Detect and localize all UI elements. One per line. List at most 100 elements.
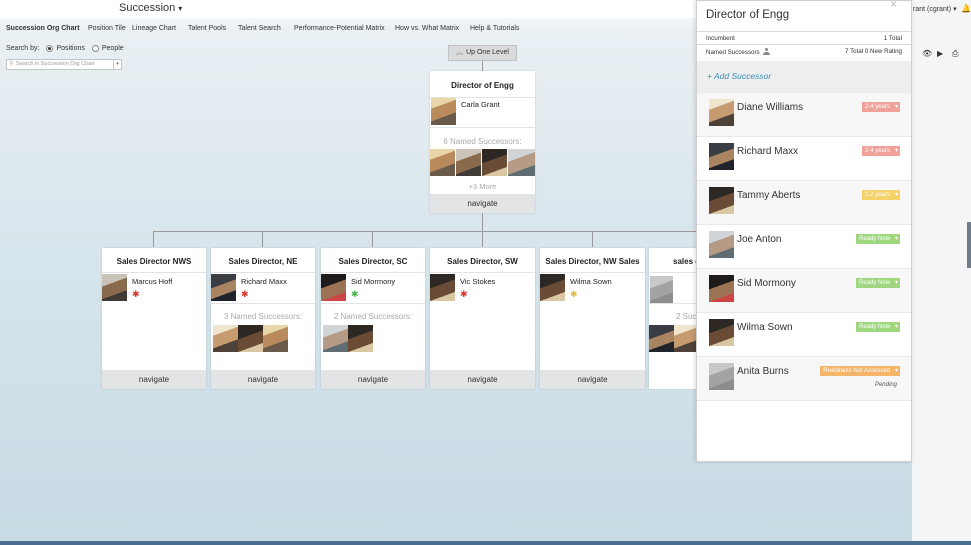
position-card[interactable]: Sales Director, NW Sales Wilma Sown ✱ na… — [540, 248, 645, 389]
add-successor-link[interactable]: + Add Successor — [707, 71, 771, 81]
chevron-down-icon[interactable]: ▾ — [113, 60, 121, 69]
successors-label: 3 Named Successors: — [223, 312, 303, 321]
incumbent-photo[interactable] — [211, 274, 236, 301]
chevron-down-icon: ▾ — [894, 148, 898, 154]
navigate-button[interactable]: navigate — [211, 370, 315, 389]
readiness-badge[interactable]: 2-4 years ▾ — [861, 102, 900, 112]
incumbent-photo[interactable] — [430, 274, 455, 301]
successor-photo[interactable] — [348, 325, 373, 352]
scrollbar[interactable] — [967, 222, 971, 268]
successor-name[interactable]: Richard Maxx — [737, 146, 798, 157]
play-icon[interactable]: ▶ — [937, 49, 943, 58]
successor-photo[interactable] — [238, 325, 263, 352]
incumbent-photo[interactable] — [650, 276, 673, 303]
successor-photo[interactable] — [709, 275, 734, 302]
people-radio[interactable] — [91, 45, 99, 52]
tab-performance-potential-matrix[interactable]: Performance-Potential Matrix — [294, 25, 385, 32]
people-label: People — [101, 45, 124, 52]
divider — [649, 272, 697, 273]
successor-photo[interactable] — [709, 187, 734, 214]
successor-photo[interactable] — [674, 325, 697, 352]
successor-row[interactable]: Sid Mormony Ready Now ▾ — [697, 269, 911, 313]
position-card[interactable]: Sales Director NWS Marcus Hoff ✱ navigat… — [102, 248, 206, 389]
connector — [153, 231, 698, 232]
navigate-button[interactable]: navigate — [430, 194, 535, 213]
position-card[interactable]: Sales Director, SC Sid Mormony ✱ 2 Named… — [321, 248, 425, 389]
position-card[interactable]: Sales Director, SW Vic Stokes ✱ navigate — [430, 248, 535, 389]
named-successors-text: Named Successors — [706, 49, 760, 56]
incumbent-name[interactable]: Wilma Sown — [570, 277, 612, 286]
successor-photo[interactable] — [709, 99, 734, 126]
incumbent-name[interactable]: Carla Grant — [461, 100, 500, 109]
successor-photo[interactable] — [430, 149, 455, 176]
navigate-button[interactable]: navigate — [540, 370, 645, 389]
incumbent-name[interactable]: Vic Stokes — [460, 277, 495, 286]
successor-photo-placeholder[interactable] — [709, 363, 734, 390]
successor-photo[interactable] — [709, 319, 734, 346]
successor-row[interactable]: Tammy Aberts 1-2 years ▾ — [697, 181, 911, 225]
successor-photo[interactable] — [323, 325, 348, 352]
successor-photo[interactable] — [709, 231, 734, 258]
successor-name[interactable]: Tammy Aberts — [737, 190, 800, 201]
close-icon[interactable]: × — [890, 0, 897, 11]
successor-name[interactable]: Joe Anton — [737, 234, 781, 245]
readiness-badge[interactable]: Ready Now ▾ — [855, 322, 900, 332]
successor-photo[interactable] — [263, 325, 288, 352]
incumbent-name[interactable]: Richard Maxx — [241, 277, 287, 286]
successor-row[interactable]: Richard Maxx 2-4 years ▾ — [697, 137, 911, 181]
positions-radio[interactable] — [46, 45, 54, 52]
tab-lineage-chart[interactable]: Lineage Chart — [132, 25, 176, 32]
navigate-button[interactable]: navigate — [102, 370, 206, 389]
successor-row[interactable]: Wilma Sown Ready Now ▾ — [697, 313, 911, 357]
successor-name[interactable]: Sid Mormony — [737, 278, 796, 289]
navigate-button[interactable]: navigate — [321, 370, 425, 389]
position-card-root[interactable]: Director of Engg Carla Grant 6 Named Suc… — [430, 71, 535, 213]
position-card[interactable]: Sales Director, NE Richard Maxx ✱ 3 Name… — [211, 248, 315, 389]
incumbent-name[interactable]: Sid Mormony — [351, 277, 395, 286]
readiness-badge[interactable]: 2-4 years ▾ — [861, 146, 900, 156]
readiness-badge[interactable]: Ready Now ▾ — [855, 234, 900, 244]
incumbent-photo[interactable] — [321, 274, 346, 301]
readiness-text: 2-4 years — [864, 104, 890, 110]
incumbent-photo[interactable] — [540, 274, 565, 301]
successor-row[interactable]: Diane Williams 2-4 years ▾ — [697, 93, 911, 137]
bell-icon[interactable]: 🔔 — [961, 4, 971, 13]
successor-photo[interactable] — [508, 149, 535, 176]
successor-photo[interactable] — [649, 325, 674, 352]
up-one-level-button[interactable]: ︿ Up One Level — [448, 45, 517, 61]
chevron-down-icon: ▾ — [894, 280, 898, 286]
successor-photo[interactable] — [709, 143, 734, 170]
eye-icon[interactable]: 👁 — [922, 49, 932, 58]
readiness-text: 1-2 years — [864, 192, 890, 198]
position-title: Sales Director, NW Sales — [545, 257, 640, 266]
successor-name[interactable]: Anita Burns — [737, 366, 789, 377]
successor-name[interactable]: Wilma Sown — [737, 322, 793, 333]
incumbent-photo[interactable] — [431, 98, 456, 125]
successor-row[interactable]: Anita Burns Readiness Not Assessed ▾ Pend… — [697, 357, 911, 401]
successor-photo[interactable] — [456, 149, 481, 176]
readiness-badge[interactable]: 1-2 years ▾ — [861, 190, 900, 200]
more-successors-link[interactable]: +3 More — [430, 182, 535, 191]
successor-name[interactable]: Diane Williams — [737, 102, 803, 113]
app-switcher[interactable]: Succession ▾ — [119, 2, 182, 14]
tab-succession-org-chart[interactable]: Succession Org Chart — [6, 25, 80, 32]
incumbent-photo[interactable] — [102, 274, 127, 301]
readiness-badge[interactable]: Readiness Not Assessed ▾ — [820, 366, 900, 376]
tab-talent-search[interactable]: Talent Search — [238, 25, 281, 32]
tab-how-vs-what-matrix[interactable]: How vs. What Matrix — [395, 25, 459, 32]
incumbent-name[interactable]: Marcus Hoff — [132, 277, 172, 286]
print-icon[interactable]: ⎙ — [952, 49, 958, 59]
tab-talent-pools[interactable]: Talent Pools — [188, 25, 226, 32]
navigate-button[interactable]: navigate — [430, 370, 535, 389]
position-card-partial[interactable]: sales d 2 Suc — [649, 248, 697, 389]
tab-position-tile[interactable]: Position Tile — [88, 25, 126, 32]
successor-photo[interactable] — [482, 149, 507, 176]
search-input[interactable]: ⚲ Search in Succession Org Chart ▾ — [6, 59, 122, 70]
search-placeholder: Search in Succession Org Chart — [16, 61, 95, 67]
panel-title: Director of Engg — [706, 9, 790, 21]
readiness-badge[interactable]: Ready Now ▾ — [855, 278, 900, 288]
successor-row[interactable]: Joe Anton Ready Now ▾ — [697, 225, 911, 269]
successor-photo[interactable] — [213, 325, 238, 352]
tab-help-tutorials[interactable]: Help & Tutorials — [470, 25, 519, 32]
user-menu[interactable]: rant (cgrant) ▾ — [913, 5, 957, 13]
